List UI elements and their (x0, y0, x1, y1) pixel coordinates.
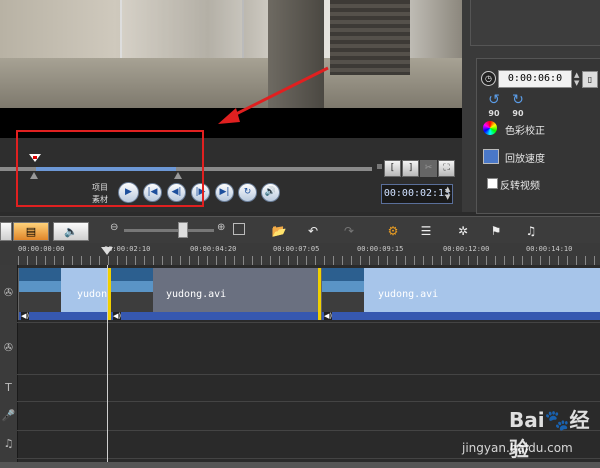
aspect-icon[interactable]: ▯ (582, 71, 598, 88)
rotate-left-button[interactable]: ↺ 90 (484, 93, 504, 118)
cut-clip-icon[interactable]: ✂ (420, 160, 437, 177)
zoom-slider-track[interactable] (124, 229, 214, 232)
timeline-scrollbar[interactable] (0, 462, 600, 468)
clip-name: yudong (77, 289, 109, 300)
go-to-end-button[interactable]: ▶| (215, 183, 234, 202)
fullscreen-icon[interactable]: ⛶ (438, 160, 455, 177)
ruler-tick: 00:00:07:05 (273, 245, 320, 253)
clip-audio-band (19, 312, 109, 320)
storyboard-view-button[interactable] (0, 222, 12, 241)
ruler-tick: 00:00:00:00 (18, 245, 65, 253)
zoom-out-icon[interactable]: ⊖ (110, 222, 118, 233)
zoom-slider-handle[interactable] (178, 222, 188, 238)
color-wheel-icon[interactable] (483, 121, 497, 135)
chapter-point-icon[interactable]: ⚑ (485, 221, 507, 241)
ruler-tick: 00:00:04:20 (190, 245, 237, 253)
options-panel-header (470, 0, 600, 46)
rotate-right-label: 90 (512, 109, 524, 118)
track-divider (17, 322, 600, 323)
track-manager-icon[interactable]: ☰ (415, 221, 437, 241)
reverse-video-checkbox[interactable] (487, 178, 498, 189)
zoom-in-icon[interactable]: ⊕ (217, 222, 225, 233)
timeline-view-button[interactable]: ▤ (13, 222, 49, 241)
track-divider (17, 401, 600, 402)
ruler-tick: 00:00:12:00 (443, 245, 490, 253)
clip-thumbnail (19, 268, 61, 312)
clip-audio-icon: ◀) (324, 312, 333, 320)
video-clip[interactable]: yudong.avi ◀) (110, 268, 319, 320)
timecode-display[interactable]: 00:00:02:13 (381, 184, 453, 204)
repeat-button[interactable]: ↻ (238, 183, 257, 202)
timeline-toolbar (0, 216, 600, 244)
voice-track-icon[interactable]: 🎤 (0, 409, 17, 422)
clip-audio-icon: ◀) (113, 312, 122, 320)
timeline-playhead-handle[interactable] (101, 247, 113, 255)
clip-divider (318, 268, 321, 320)
rotate-left-label: 90 (488, 109, 500, 118)
ruler-tick: 00:00:14:10 (526, 245, 573, 253)
clip-thumbnail (322, 268, 364, 312)
ruler-tick: 00:00:09:15 (357, 245, 404, 253)
color-correction-label[interactable]: 色彩校正 (505, 122, 545, 137)
audio-view-button[interactable]: 🔈 (53, 222, 89, 241)
annotation-highlight-box (16, 130, 204, 207)
clip-name: yudong.avi (378, 289, 439, 300)
clip-audio-icon: ◀) (21, 312, 30, 320)
timecode-spinner[interactable]: ▲ ▼ (445, 185, 450, 201)
duration-spinner[interactable]: ▲ ▼ (574, 71, 580, 87)
overlay-track-icon[interactable]: ✇ (0, 341, 17, 354)
watermark-url: jingyan.baidu.com (462, 441, 573, 455)
mark-in-button[interactable]: [ (384, 160, 401, 177)
ruler-tick-marks (18, 256, 600, 265)
music-track-icon[interactable]: ♫ (0, 437, 17, 450)
timeline-playhead-line (107, 265, 108, 468)
smart-proxy-icon[interactable]: ⚙ (382, 221, 404, 241)
insert-media-icon[interactable]: 📂 (268, 221, 290, 241)
clock-icon: ◷ (481, 71, 496, 86)
mark-out-button[interactable]: ] (402, 160, 419, 177)
annotation-arrow (218, 66, 329, 124)
volume-button[interactable]: 🔊 (261, 183, 280, 202)
track-divider (17, 374, 600, 375)
clip-name: yudong.avi (166, 289, 227, 300)
undo-icon[interactable]: ↶ (302, 221, 324, 241)
scrub-end-marker (377, 164, 382, 169)
title-track-icon[interactable]: T (0, 381, 17, 394)
rotate-right-button[interactable]: ↻ 90 (508, 93, 528, 118)
video-clip[interactable]: yudong ◀) (18, 268, 109, 320)
batch-convert-icon[interactable]: ✲ (452, 221, 474, 241)
video-clip[interactable]: yudong.avi ◀) (321, 268, 600, 320)
playback-speed-icon[interactable] (483, 149, 499, 164)
duration-field[interactable]: 0:00:06:0 (498, 70, 572, 88)
clip-thumbnail (111, 268, 153, 312)
video-track-icon[interactable]: ✇ (0, 286, 17, 299)
fit-project-icon[interactable] (233, 223, 245, 235)
reverse-video-label[interactable]: 反转视频 (500, 177, 540, 192)
clip-divider (108, 268, 111, 320)
mix-audio-icon[interactable]: ♫ (520, 221, 542, 241)
redo-icon[interactable]: ↷ (338, 221, 360, 241)
clip-audio-band (322, 312, 600, 320)
playback-speed-label[interactable]: 回放速度 (505, 150, 545, 165)
clip-audio-band (111, 312, 319, 320)
